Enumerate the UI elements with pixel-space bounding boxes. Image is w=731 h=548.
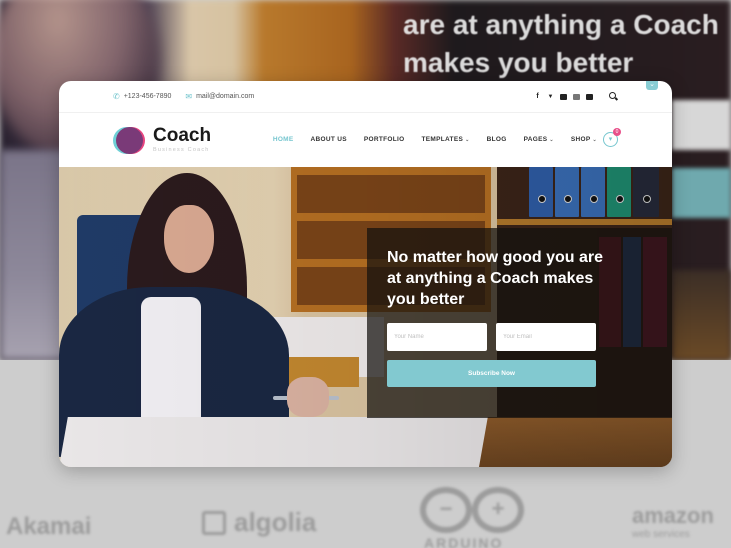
search-icon[interactable] [609,92,618,101]
hero-section: No matter how good you are at anything a… [59,167,672,467]
aws-label: amazon [632,503,714,528]
brand-tagline: Business Coach [153,147,210,153]
email-input[interactable] [496,323,596,351]
social-links: f ▼ [534,93,593,100]
nav-item-pages[interactable]: PAGES ⌄ [524,136,554,143]
cart-button[interactable]: ▾ 0 [603,128,621,147]
youtube-icon[interactable] [560,93,567,100]
logo-mark-icon [113,126,145,154]
phone-icon: ✆ [113,92,120,101]
nav-item-about-us[interactable]: ABOUT US [311,136,347,143]
arduino-label: ARDUINO [424,535,504,548]
algolia-logo: algolia [202,507,316,538]
background-heading-line-1: are at anything a Coach [403,9,719,40]
arduino-logo: − + ARDUINO [418,485,530,548]
main-navbar: Coach Business Coach HOME ABOUT US PORTF… [59,113,672,166]
arduino-plus-icon: + [472,487,524,533]
collapse-topbar-button[interactable]: ⌄ [646,81,658,90]
partner-logos: Akamai algolia − + ARDUINO amazon web se… [0,485,731,548]
background-binder [672,168,731,218]
algolia-label: algolia [234,507,317,537]
cart-icon: ▾ [608,136,613,143]
arduino-minus-icon: − [420,487,472,533]
instagram-icon[interactable] [573,93,580,100]
cart-count-badge: 0 [613,128,621,136]
nav-label: PAGES [523,136,548,143]
phone-number: +123-456-7890 [123,93,172,100]
twitter-icon[interactable]: ▼ [547,94,554,100]
nav-item-templates[interactable]: TEMPLATES ⌄ [422,136,470,143]
top-bar: ✆ +123-456-7890 ✉ mail@domain.com f ▼ ⌄ [59,81,672,113]
behance-icon[interactable] [586,93,593,100]
background-heading: are at anything a Coach makes you better [403,6,719,82]
algolia-icon [202,510,226,535]
website-preview-card: ✆ +123-456-7890 ✉ mail@domain.com f ▼ ⌄ … [59,81,672,467]
nav-label: SHOP [570,136,591,143]
mail-icon: ✉ [185,92,193,101]
chevron-down-icon: ⌄ [465,137,470,143]
primary-nav: HOME ABOUT US PORTFOLIO TEMPLATES ⌄ BLOG … [273,128,621,147]
nav-item-portfolio[interactable]: PORTFOLIO [364,136,405,143]
email-address: mail@domain.com [196,93,255,100]
hero-headline: No matter how good you are at anything a… [387,249,604,308]
nav-item-home[interactable]: HOME [273,136,294,143]
aws-sublabel: web services [632,529,690,540]
name-input[interactable] [387,323,487,351]
background-heading-line-2: makes you better [403,47,634,78]
background-shelf [672,270,731,360]
phone-contact[interactable]: ✆ +123-456-7890 [113,92,171,101]
chevron-down-icon: ⌄ [549,137,554,143]
email-contact[interactable]: ✉ mail@domain.com [185,92,254,101]
brand-logo[interactable]: Coach Business Coach [113,126,211,154]
background-strip [672,100,731,150]
facebook-icon[interactable]: f [534,93,541,100]
aws-logo: amazon web services [632,503,714,540]
subscribe-button[interactable]: Subscribe Now [387,360,596,387]
nav-item-blog[interactable]: BLOG [487,136,507,143]
akamai-logo: Akamai [6,513,92,540]
brand-name: Coach [153,125,212,146]
nav-label: TEMPLATES [421,136,464,143]
chevron-down-icon: ⌄ [592,137,597,143]
nav-item-shop[interactable]: SHOP ⌄ [571,136,597,143]
